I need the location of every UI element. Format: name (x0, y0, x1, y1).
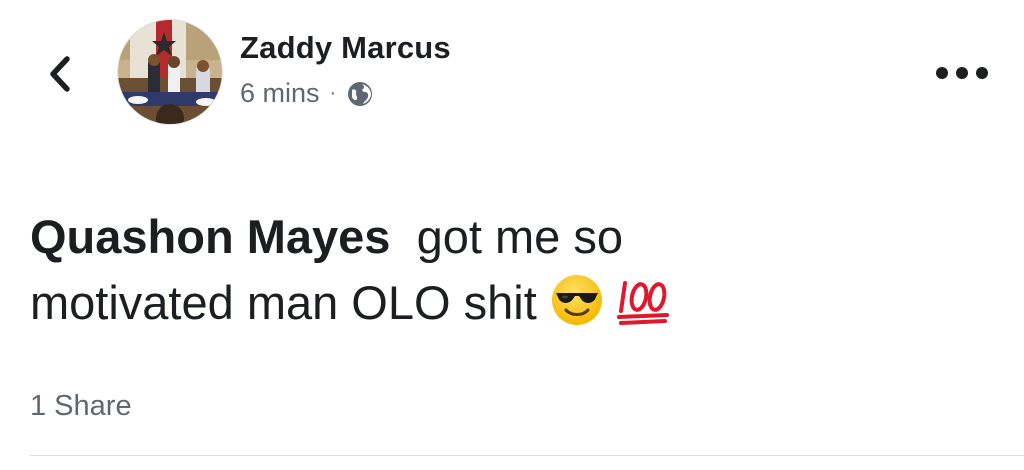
meta-separator: · (329, 82, 337, 104)
post-text-line-1: got me so (416, 210, 623, 263)
smiling-face-with-sunglasses-icon (551, 275, 602, 325)
author-name[interactable]: Zaddy Marcus (240, 30, 451, 66)
post-meta: 6 mins · (240, 78, 374, 109)
post-screen: Zaddy Marcus 6 mins · Quashon Mayes got … (0, 0, 1024, 470)
chevron-left-icon (50, 56, 70, 92)
divider (30, 455, 1024, 456)
back-button[interactable] (38, 52, 82, 96)
avatar-photo (118, 20, 222, 124)
more-options-button[interactable] (930, 56, 994, 90)
mentioned-user[interactable]: Quashon Mayes (30, 210, 390, 263)
share-count[interactable]: 1 Share (30, 390, 132, 423)
timestamp[interactable]: 6 mins (240, 78, 320, 109)
post-text: Quashon Mayes got me so motivated man OL… (30, 204, 930, 336)
avatar[interactable] (118, 20, 222, 124)
globe-icon[interactable] (346, 80, 374, 108)
more-horizontal-icon (936, 67, 988, 79)
hundred-points-icon (616, 281, 669, 325)
post-text-line-2: motivated man OLO shit (30, 276, 537, 329)
